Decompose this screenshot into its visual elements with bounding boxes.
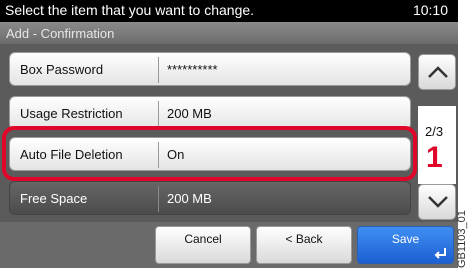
chevron-down-icon (428, 196, 448, 208)
chevron-up-icon (428, 66, 448, 78)
row-label: Box Password (20, 62, 104, 77)
row-label: Usage Restriction (20, 106, 123, 121)
row-value: 200 MB (167, 191, 212, 206)
scroll-up-button[interactable] (418, 54, 456, 90)
row-divider (158, 57, 159, 83)
row-free-space: Free Space 200 MB (9, 181, 411, 215)
callout-highlight-frame (2, 126, 417, 181)
save-button[interactable]: Save (357, 226, 454, 264)
cancel-button[interactable]: Cancel (155, 226, 251, 264)
row-usage-restriction[interactable]: Usage Restriction 200 MB (9, 96, 411, 130)
row-box-password[interactable]: Box Password ********** (9, 52, 411, 86)
callout-number: 1 (426, 141, 443, 174)
page-indicator-text: 2/3 (425, 124, 444, 139)
row-label: Free Space (20, 191, 88, 206)
cancel-button-label: Cancel (184, 232, 222, 246)
enter-icon (434, 248, 446, 259)
message-bar: Select the item that you want to change.… (0, 0, 458, 22)
touch-panel-screen: Select the item that you want to change.… (0, 0, 458, 268)
row-divider (158, 101, 159, 127)
header-message: Select the item that you want to change. (5, 2, 255, 18)
row-divider (158, 186, 159, 212)
back-button[interactable]: < Back (256, 226, 352, 264)
clock: 10:10 (412, 2, 448, 18)
row-value: 200 MB (167, 106, 212, 121)
figure-id-label: GB1103_01 (456, 210, 468, 268)
save-button-label: Save (391, 232, 420, 246)
screen-title: Add - Confirmation (0, 22, 458, 44)
scroll-down-button[interactable] (418, 184, 456, 220)
row-value: ********** (167, 62, 218, 77)
back-button-label: < Back (285, 232, 323, 246)
